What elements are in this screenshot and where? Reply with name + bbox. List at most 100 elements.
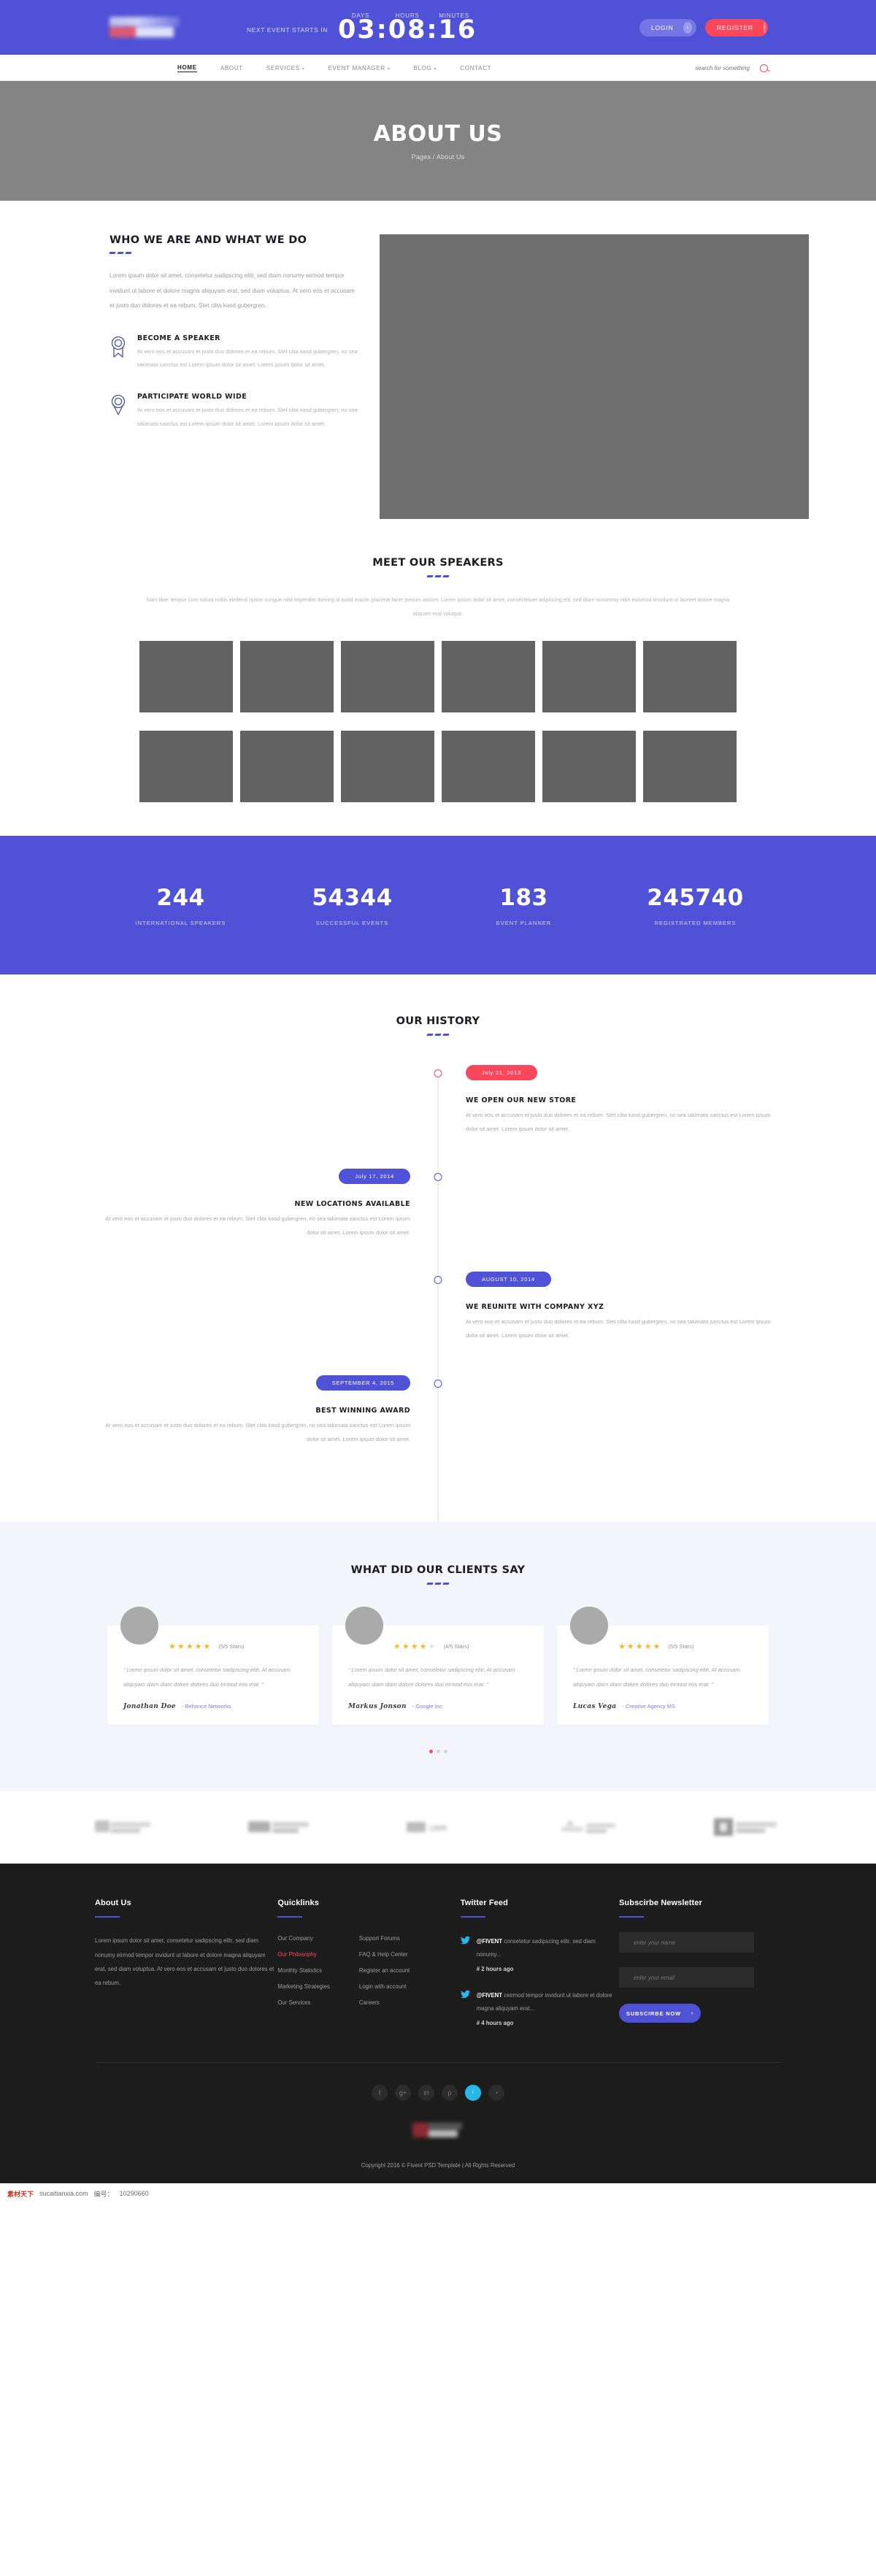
footer-about-heading: About Us <box>95 1899 131 1908</box>
login-button[interactable]: LOGIN › <box>639 18 696 36</box>
speaker-card[interactable] <box>139 731 233 803</box>
counter-number: 244 <box>156 884 205 911</box>
brand-logo[interactable] <box>247 1818 311 1840</box>
footer-link[interactable]: Support Forums <box>359 1935 410 1942</box>
timeline-date-badge[interactable]: July 17, 2014 <box>339 1168 410 1184</box>
speaker-card[interactable] <box>442 641 535 713</box>
timeline-date-badge[interactable]: SEPTEMBER 4, 2015 <box>315 1374 410 1391</box>
footer-link[interactable]: Marketing Strategies <box>277 1983 330 1990</box>
carousel-dot[interactable] <box>429 1750 433 1754</box>
speaker-card[interactable] <box>643 641 737 713</box>
speaker-card[interactable] <box>240 731 334 803</box>
footer-link[interactable]: Monthly Statistics <box>277 1967 330 1974</box>
footer-link[interactable]: Our Services <box>277 1999 330 2006</box>
facebook-icon[interactable]: f <box>372 2084 388 2101</box>
brand-logo[interactable] <box>95 1818 152 1840</box>
heading-underline <box>95 1916 120 1918</box>
testimonial-company: - Behance Networks <box>181 1703 231 1710</box>
star-rating: ★ ★ ★ ★ ★ <box>169 1642 210 1651</box>
countdown-clock: DAYS HOURS MINUTES 03:08:16 <box>338 12 477 43</box>
speakers-description: Nam liber tempor cum soluta nobis eleife… <box>146 596 730 617</box>
nav-item-services[interactable]: SERVICES ▾ <box>266 65 305 72</box>
search-input[interactable] <box>669 64 750 72</box>
nav-item-event-manager[interactable]: EVENT MANAGER ▾ <box>328 65 391 72</box>
speakers-section: MEET OUR SPEAKERS Nam liber tempor cum s… <box>0 519 876 803</box>
countdown-time: 03:08:16 <box>338 15 477 45</box>
speakers-grid <box>0 641 876 803</box>
avatar <box>570 1607 608 1645</box>
footer-quicklinks-column: Quicklinks Our Company Our Philosophy Mont… <box>277 1899 460 2029</box>
footer-link[interactable]: Our Company <box>277 1935 330 1942</box>
feature-become-a-speaker: BECOME A SPEAKER At vero eos et accusam … <box>110 334 358 373</box>
brand-logo[interactable] <box>557 1817 618 1841</box>
watermark-domain: sucaitianxia.com <box>39 2190 88 2198</box>
newsletter-name-input[interactable] <box>619 1932 754 1953</box>
timeline-item: AUGUST 10, 2014 WE REUNITE WITH COMPANY X… <box>95 1272 781 1343</box>
subscribe-button[interactable]: SUBSCIRBE NOW › <box>619 2004 701 2023</box>
feature-participate-world-wide: PARTICIPATE WORLD WIDE At vero eos et ac… <box>110 393 358 431</box>
nav-item-blog[interactable]: BLOG ▾ <box>414 65 437 72</box>
award-ribbon-icon <box>110 336 127 373</box>
speaker-card[interactable] <box>341 641 434 713</box>
pinterest-icon[interactable]: p <box>442 2084 458 2101</box>
register-button[interactable]: REGISTER › <box>705 18 768 36</box>
speaker-card[interactable] <box>240 641 334 713</box>
rss-icon[interactable]: ◔ <box>488 2084 504 2101</box>
counter-number: 245740 <box>647 884 744 911</box>
carousel-dot[interactable] <box>436 1750 440 1754</box>
linkedin-icon[interactable]: in <box>418 2084 434 2101</box>
star-rating: ★ ★ ★ ★ ★ <box>618 1642 660 1651</box>
feature-text: At vero eos et accusam et justo duo dolo… <box>137 407 358 427</box>
footer-quicklinks-heading: Quicklinks <box>277 1899 319 1908</box>
speaker-card[interactable] <box>341 731 434 803</box>
footer-logo[interactable] <box>412 2122 464 2139</box>
speaker-card[interactable] <box>542 641 636 713</box>
twitter-icon[interactable]: ᵗ <box>465 2084 481 2101</box>
rating-text: (5/5 Stars) <box>218 1643 245 1650</box>
search-icon[interactable] <box>760 64 768 72</box>
nav-item-contact[interactable]: CONTACT <box>460 65 491 72</box>
footer-link[interactable]: Careers <box>359 1999 410 2006</box>
footer-link[interactable]: Register an account <box>359 1967 410 1974</box>
quicklinks-col-1: Our Company Our Philosophy Monthly Statist… <box>277 1935 330 2006</box>
quicklinks-col-2: Support Forums FAQ & Help Center Register … <box>359 1935 410 2006</box>
carousel-dot[interactable] <box>443 1750 447 1754</box>
footer-link[interactable]: Our Philosophy <box>277 1951 330 1958</box>
timeline-text: At vero eos et accusam et justo duo dolo… <box>466 1112 771 1133</box>
nav-item-label: ABOUT <box>220 64 243 72</box>
heading-underline <box>619 1916 644 1918</box>
tweet-time: # 2 hours ago <box>476 1965 514 1972</box>
timeline-date-badge[interactable]: AUGUST 10, 2014 <box>466 1272 551 1288</box>
star-icon: ★ <box>653 1642 661 1652</box>
star-icon: ★ <box>393 1642 401 1652</box>
top-actions: LOGIN › REGISTER › <box>639 18 803 36</box>
speaker-card[interactable] <box>643 731 737 803</box>
brand-logo[interactable]: 1995 <box>407 1818 461 1840</box>
brand-logo[interactable] <box>714 1816 781 1842</box>
breadcrumb: Pages / About Us <box>411 153 465 161</box>
timeline-item: July 17, 2014 NEW LOCATIONS AVAILABLE At v… <box>95 1168 781 1240</box>
star-icon: ★ <box>428 1642 436 1652</box>
tweet-handle[interactable]: @FIVENT <box>477 1938 502 1945</box>
footer-link[interactable]: Login with account <box>359 1983 410 1990</box>
speaker-card[interactable] <box>542 731 636 803</box>
newsletter-email-input[interactable] <box>619 1967 754 1988</box>
rating-text: (4/5 Stars) <box>443 1643 469 1650</box>
speaker-card[interactable] <box>442 731 535 803</box>
testimonial-author: Jonathan Doe <box>123 1703 176 1711</box>
site-logo[interactable] <box>110 15 182 40</box>
footer-link[interactable]: FAQ & Help Center <box>359 1951 410 1958</box>
testimonial-company: - Google Inc. <box>412 1703 444 1710</box>
chevron-right-icon: › <box>691 2010 694 2016</box>
testimonial-company: - Creative Agency MS <box>622 1703 675 1710</box>
nav-search <box>669 64 768 72</box>
tweet-handle[interactable]: @FIVENT <box>477 1992 502 1999</box>
speaker-card[interactable] <box>139 641 233 713</box>
feature-title: BECOME A SPEAKER <box>137 334 220 342</box>
speakers-section-title: MEET OUR SPEAKERS <box>372 557 504 569</box>
nav-item-home[interactable]: HOME <box>177 64 197 72</box>
page-title: ABOUT US <box>373 121 503 147</box>
nav-item-about[interactable]: ABOUT <box>220 65 243 72</box>
google-plus-icon[interactable]: g+ <box>395 2084 411 2101</box>
timeline-date-badge[interactable]: July 21, 2013 <box>466 1065 537 1081</box>
